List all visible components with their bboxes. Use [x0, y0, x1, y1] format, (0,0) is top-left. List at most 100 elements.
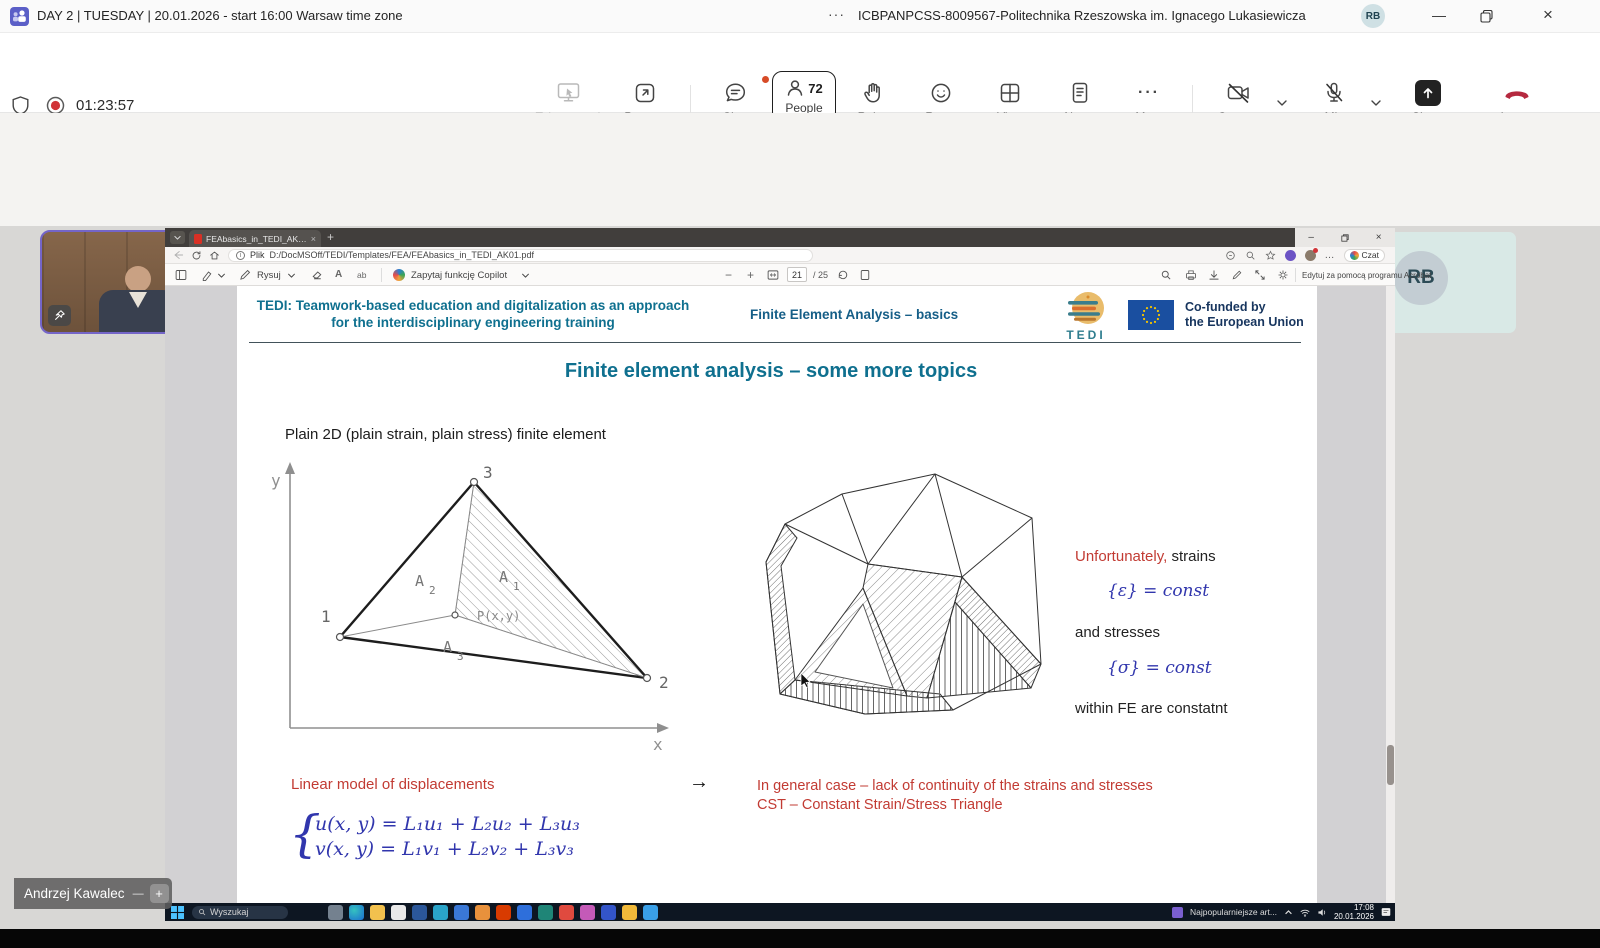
page-view-icon[interactable] [859, 269, 871, 281]
taskbar-app-icon[interactable] [601, 905, 616, 920]
axis-y-label: y [271, 471, 281, 490]
meeting-title: ICBPANPCSS-8009567-Politechnika Rzeszows… [858, 8, 1306, 23]
titlebar-overflow-menu[interactable]: ··· [828, 6, 845, 22]
eu-cofunded-line1: Co-funded by [1185, 300, 1304, 315]
browser-overflow-icon[interactable]: … [1325, 250, 1335, 261]
save-icon[interactable] [1208, 269, 1220, 281]
copilot-chat-chip[interactable]: Czat [1344, 249, 1385, 262]
taskbar-tray: Najpopularniejsze art... 17:08 20.01.202… [1172, 903, 1391, 921]
print-icon[interactable] [1185, 269, 1197, 281]
fit-width-icon[interactable] [767, 269, 779, 281]
strains-line: Unfortunately, strains [1075, 548, 1216, 565]
extension-badge-icon[interactable] [1285, 250, 1296, 261]
tab-search-chevron[interactable] [170, 231, 185, 244]
zoom-in-icon[interactable]: + [747, 268, 754, 282]
draw-pen-icon[interactable] [239, 269, 251, 281]
taskbar-app-icon[interactable] [391, 905, 406, 920]
zoom-in-icon[interactable]: + [150, 884, 169, 903]
draw-chevron-icon[interactable] [287, 272, 296, 280]
favorites-star-icon[interactable] [1265, 250, 1276, 261]
point-p-label: P(x,y) [477, 609, 520, 623]
slide-header-right: Finite Element Analysis – basics [750, 307, 958, 322]
taskbar-app-icon[interactable] [328, 905, 343, 920]
text-style-icon[interactable]: A [335, 269, 342, 280]
area2-label: A [415, 572, 424, 590]
page-info-icon[interactable]: i [236, 251, 245, 260]
browser-close-button[interactable]: × [1376, 232, 1382, 243]
tray-clock-date[interactable]: 20.01.2026 [1334, 912, 1374, 921]
rotate-icon[interactable] [837, 269, 849, 281]
pdf-sidebar-icon[interactable] [175, 269, 187, 281]
new-tab-button[interactable]: + [327, 230, 334, 244]
taskbar-app-icon[interactable] [433, 905, 448, 920]
copilot-ask-icon[interactable] [393, 269, 405, 281]
fe-mesh-diagram [735, 456, 1061, 736]
taskbar-app-icon[interactable] [643, 905, 658, 920]
minimize-button[interactable]: — [1424, 7, 1454, 23]
url-field[interactable]: i Plik D:/DocMSOff/TEDI/Templates/FEA/FE… [228, 249, 813, 262]
browser-tab[interactable]: FEAbasics_in_TEDI_AK01.pdf × [189, 230, 321, 247]
draw-label[interactable]: Rysuj [257, 270, 281, 281]
browser-scrollbar[interactable] [1386, 286, 1395, 903]
tray-expand-chevron-icon[interactable] [1284, 908, 1293, 916]
taskbar-app-icon[interactable] [580, 905, 595, 920]
taskbar-app-icon[interactable] [538, 905, 553, 920]
network-icon[interactable] [1300, 908, 1310, 917]
displacement-u-equation: u(x, y) = L₁u₁ + L₂u₂ + L₃u₃ [315, 813, 580, 835]
restore-button[interactable] [1480, 10, 1493, 23]
area2-sub: 2 [429, 584, 436, 597]
camera-options-chevron-icon[interactable] [1276, 98, 1288, 109]
taskbar-app-icon[interactable] [622, 905, 637, 920]
tab-close-icon[interactable]: × [311, 234, 316, 244]
taskbar-app-icon[interactable] [454, 905, 469, 920]
news-widget-label[interactable]: Najpopularniejsze art... [1190, 907, 1277, 917]
home-icon[interactable] [209, 250, 220, 261]
taskbar-app-icon[interactable] [370, 905, 385, 920]
close-button[interactable]: × [1533, 5, 1563, 25]
scrollbar-thumb[interactable] [1387, 745, 1394, 785]
slide-subtitle: Plain 2D (plain strain, plain stress) fi… [285, 426, 606, 443]
taskbar-app-icon[interactable] [517, 905, 532, 920]
profile-avatar-icon[interactable] [1305, 250, 1316, 261]
within-fe-line: within FE are constatnt [1075, 700, 1228, 717]
read-text-icon[interactable]: ab [357, 270, 366, 280]
volume-icon[interactable] [1317, 908, 1327, 917]
browser-restore-button[interactable] [1341, 234, 1349, 242]
search-icon[interactable] [1160, 269, 1172, 281]
back-icon[interactable] [173, 250, 184, 260]
taskbar-app-icon[interactable] [412, 905, 427, 920]
zoom-out-icon[interactable]: — [133, 888, 144, 900]
displacement-v-equation: v(x, y) = L₁v₁ + L₂v₂ + L₃v₃ [315, 838, 574, 860]
refresh-icon[interactable] [191, 250, 202, 261]
zoom-search-icon[interactable] [1245, 250, 1256, 261]
start-button-icon[interactable] [171, 906, 184, 919]
eraser-icon[interactable] [311, 269, 323, 281]
taskbar-apps [328, 905, 664, 920]
read-aloud-icon[interactable] [1225, 250, 1236, 261]
zoom-out-icon[interactable]: − [725, 268, 732, 282]
linear-model-label: Linear model of displacements [291, 776, 494, 793]
tray-clock-time[interactable]: 17:08 [1334, 903, 1374, 912]
mic-options-chevron-icon[interactable] [1370, 98, 1382, 109]
news-widget-icon[interactable] [1172, 907, 1183, 918]
highlighter-icon[interactable] [201, 269, 213, 281]
page-number-input[interactable]: 21 [787, 267, 807, 282]
taskbar-app-icon[interactable] [349, 905, 364, 920]
highlighter-chevron-icon[interactable] [217, 272, 226, 280]
annotate-icon[interactable] [1231, 269, 1243, 281]
copilot-ask-label[interactable]: Zapytaj funkcję Copilot [411, 270, 507, 281]
taskbar-app-icon[interactable] [559, 905, 574, 920]
notification-center-icon[interactable] [1381, 907, 1391, 917]
browser-minimize-button[interactable]: – [1308, 232, 1314, 243]
fullscreen-icon[interactable] [1254, 269, 1266, 281]
taskbar-search[interactable]: Wyszukaj [192, 906, 288, 919]
taskbar-app-icon[interactable] [475, 905, 490, 920]
edit-with-acrobat-label[interactable]: Edytuj za pomocą programu Acrobat [1302, 271, 1431, 280]
pdf-file-icon [194, 234, 202, 244]
copilot-chevron-icon[interactable] [521, 272, 530, 280]
taskbar-app-icon[interactable] [496, 905, 511, 920]
settings-gear-icon[interactable] [1277, 269, 1289, 281]
presenter-nameplate: Andrzej Kawalec — + [14, 878, 172, 909]
user-avatar[interactable]: RB [1361, 4, 1385, 28]
presenter-name: Andrzej Kawalec [24, 886, 125, 901]
